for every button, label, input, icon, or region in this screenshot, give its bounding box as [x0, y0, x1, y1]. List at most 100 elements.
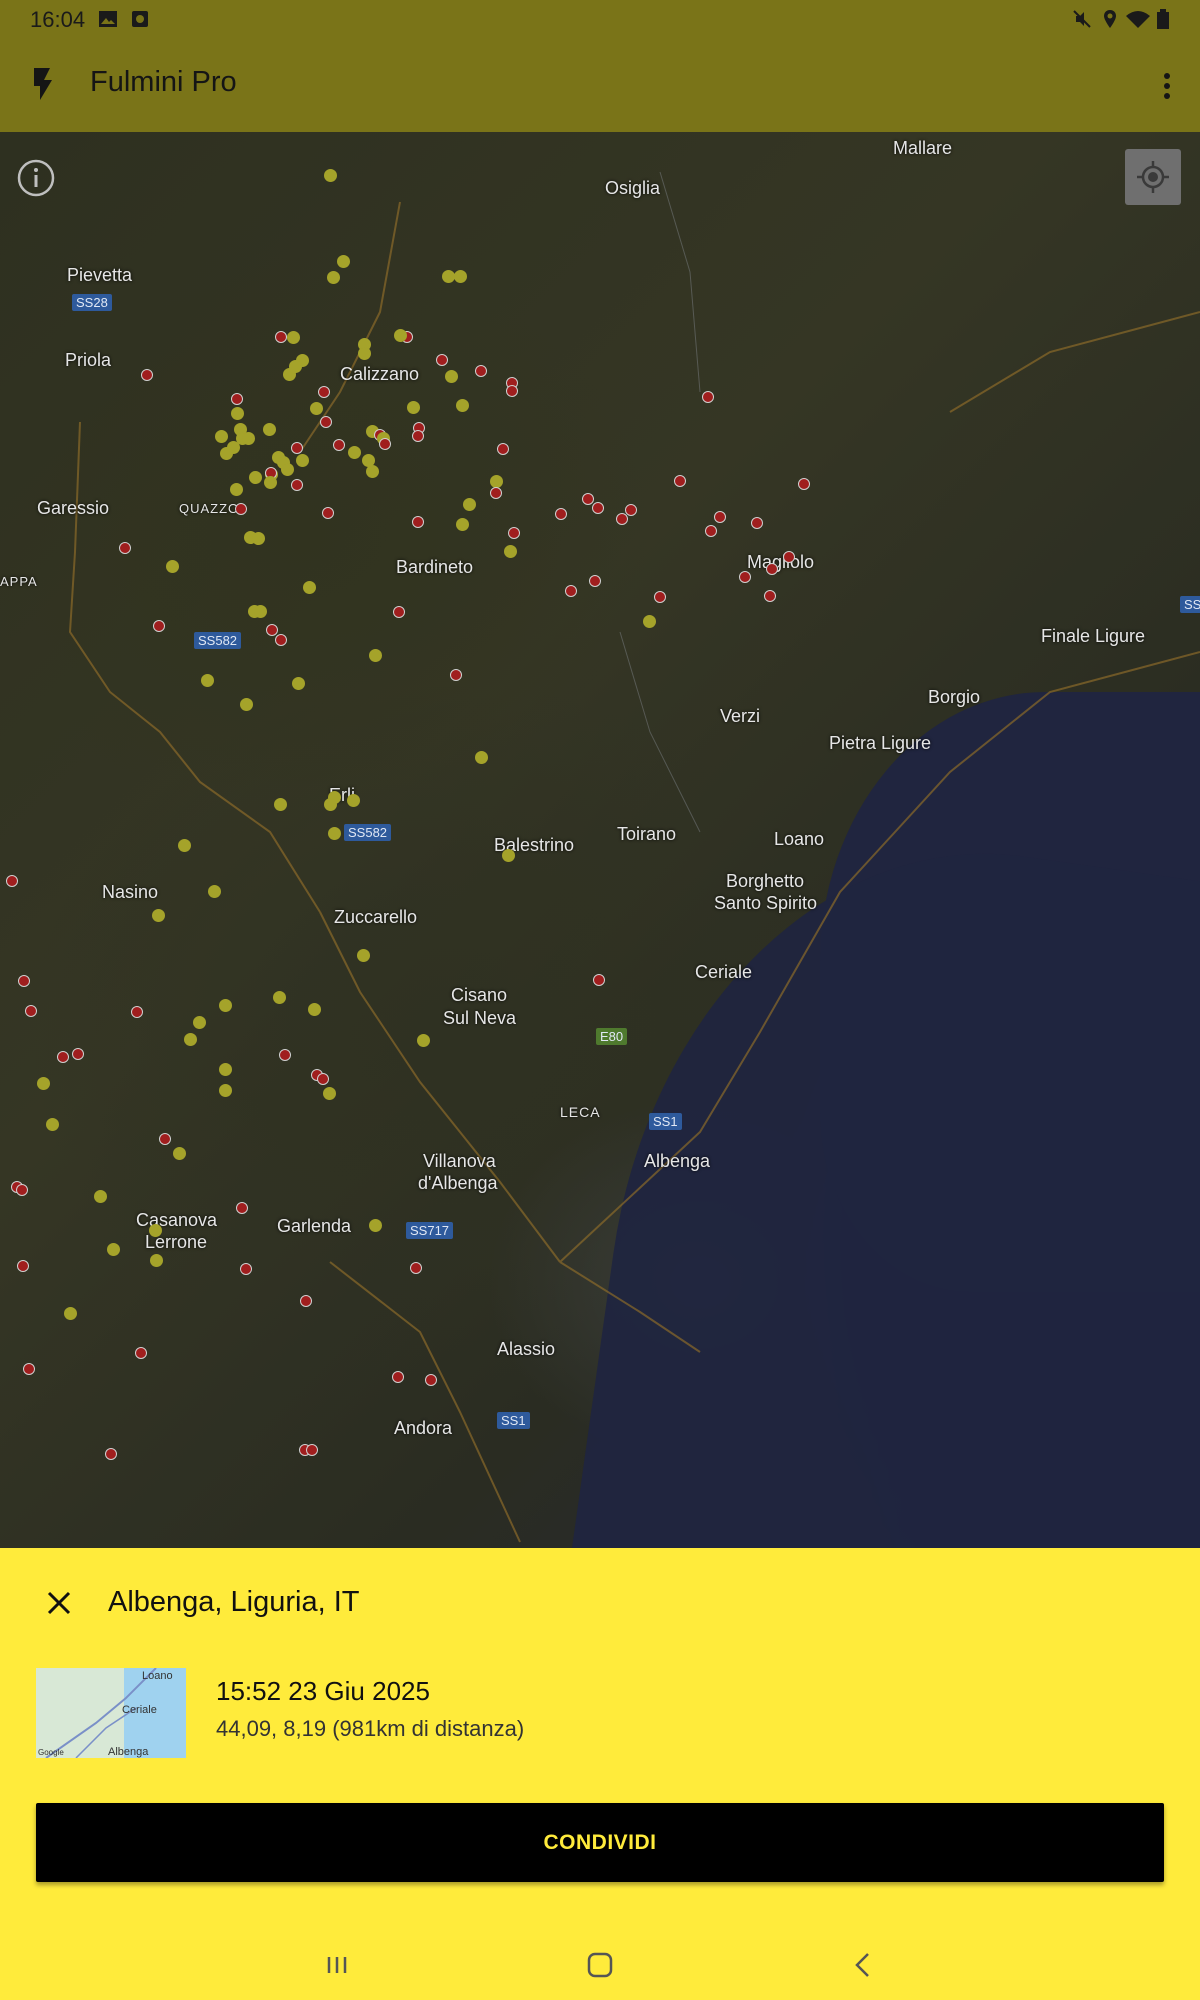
- strike-marker-recent[interactable]: [592, 502, 604, 514]
- strike-marker-recent[interactable]: [506, 385, 518, 397]
- strike-marker-older[interactable]: [292, 677, 305, 690]
- strike-marker-older[interactable]: [417, 1034, 430, 1047]
- strike-marker-recent[interactable]: [135, 1347, 147, 1359]
- strike-marker-older[interactable]: [324, 798, 337, 811]
- strike-marker-older[interactable]: [107, 1243, 120, 1256]
- strike-marker-older[interactable]: [231, 407, 244, 420]
- strike-marker-recent[interactable]: [57, 1051, 69, 1063]
- strike-marker-older[interactable]: [504, 545, 517, 558]
- strike-marker-older[interactable]: [308, 1003, 321, 1016]
- strike-marker-older[interactable]: [310, 402, 323, 415]
- strike-marker-recent[interactable]: [18, 975, 30, 987]
- strike-marker-recent[interactable]: [16, 1184, 28, 1196]
- strike-marker-recent[interactable]: [392, 1371, 404, 1383]
- strike-marker-recent[interactable]: [333, 439, 345, 451]
- info-icon[interactable]: [16, 158, 56, 198]
- strike-marker-recent[interactable]: [490, 487, 502, 499]
- strike-marker-recent[interactable]: [105, 1448, 117, 1460]
- strike-marker-recent[interactable]: [300, 1295, 312, 1307]
- strike-marker-recent[interactable]: [306, 1444, 318, 1456]
- strike-marker-recent[interactable]: [159, 1133, 171, 1145]
- strike-marker-recent[interactable]: [450, 669, 462, 681]
- strike-marker-older[interactable]: [252, 532, 265, 545]
- strike-marker-recent[interactable]: [412, 430, 424, 442]
- strike-marker-recent[interactable]: [589, 575, 601, 587]
- strike-marker-older[interactable]: [475, 751, 488, 764]
- strike-marker-older[interactable]: [149, 1224, 162, 1237]
- strike-marker-recent[interactable]: [25, 1005, 37, 1017]
- strike-marker-recent[interactable]: [317, 1073, 329, 1085]
- strike-marker-older[interactable]: [281, 463, 294, 476]
- strike-marker-recent[interactable]: [231, 393, 243, 405]
- close-icon[interactable]: [44, 1588, 74, 1618]
- strike-marker-older[interactable]: [445, 370, 458, 383]
- strike-marker-older[interactable]: [337, 255, 350, 268]
- strike-marker-older[interactable]: [407, 401, 420, 414]
- strike-marker-recent[interactable]: [236, 1202, 248, 1214]
- strike-marker-recent[interactable]: [625, 504, 637, 516]
- strike-marker-older[interactable]: [324, 169, 337, 182]
- my-location-button[interactable]: [1125, 149, 1181, 205]
- strike-marker-older[interactable]: [184, 1033, 197, 1046]
- strike-marker-older[interactable]: [366, 465, 379, 478]
- map-view[interactable]: Mallare Osiglia Pievetta Priola Calizzan…: [0, 132, 1200, 1548]
- strike-marker-older[interactable]: [369, 649, 382, 662]
- strike-marker-older[interactable]: [456, 518, 469, 531]
- strike-marker-older[interactable]: [173, 1147, 186, 1160]
- strike-marker-recent[interactable]: [291, 442, 303, 454]
- map-thumbnail[interactable]: Loano Ceriale Albenga Google: [36, 1668, 186, 1758]
- strike-marker-recent[interactable]: [714, 511, 726, 523]
- strike-marker-recent[interactable]: [412, 516, 424, 528]
- strike-marker-older[interactable]: [296, 454, 309, 467]
- strike-marker-older[interactable]: [303, 581, 316, 594]
- strike-marker-recent[interactable]: [153, 620, 165, 632]
- strike-marker-recent[interactable]: [318, 386, 330, 398]
- strike-marker-recent[interactable]: [131, 1006, 143, 1018]
- strike-marker-older[interactable]: [240, 698, 253, 711]
- strike-marker-older[interactable]: [219, 1084, 232, 1097]
- more-vert-icon[interactable]: [1155, 68, 1179, 104]
- strike-marker-older[interactable]: [219, 999, 232, 1012]
- strike-marker-older[interactable]: [230, 483, 243, 496]
- strike-marker-recent[interactable]: [654, 591, 666, 603]
- strike-marker-recent[interactable]: [783, 551, 795, 563]
- strike-marker-older[interactable]: [219, 1063, 232, 1076]
- back-icon[interactable]: [846, 1948, 880, 1982]
- strike-marker-older[interactable]: [37, 1077, 50, 1090]
- strike-marker-recent[interactable]: [393, 606, 405, 618]
- strike-marker-recent[interactable]: [565, 585, 577, 597]
- strike-marker-recent[interactable]: [436, 354, 448, 366]
- strike-marker-recent[interactable]: [616, 513, 628, 525]
- strike-marker-recent[interactable]: [379, 438, 391, 450]
- strike-marker-older[interactable]: [283, 368, 296, 381]
- strike-marker-recent[interactable]: [240, 1263, 252, 1275]
- strike-marker-recent[interactable]: [508, 527, 520, 539]
- strike-marker-recent[interactable]: [279, 1049, 291, 1061]
- strike-marker-recent[interactable]: [497, 443, 509, 455]
- strike-marker-recent[interactable]: [593, 974, 605, 986]
- strike-marker-older[interactable]: [150, 1254, 163, 1267]
- strike-marker-older[interactable]: [323, 1087, 336, 1100]
- strike-marker-recent[interactable]: [322, 507, 334, 519]
- strike-marker-older[interactable]: [166, 560, 179, 573]
- strike-marker-recent[interactable]: [475, 365, 487, 377]
- strike-marker-older[interactable]: [94, 1190, 107, 1203]
- strike-marker-older[interactable]: [357, 949, 370, 962]
- strike-marker-older[interactable]: [502, 849, 515, 862]
- strike-marker-recent[interactable]: [425, 1374, 437, 1386]
- strike-marker-recent[interactable]: [410, 1262, 422, 1274]
- strike-marker-recent[interactable]: [6, 875, 18, 887]
- strike-marker-older[interactable]: [273, 991, 286, 1004]
- strike-marker-recent[interactable]: [275, 331, 287, 343]
- strike-marker-older[interactable]: [254, 605, 267, 618]
- strike-marker-older[interactable]: [201, 674, 214, 687]
- strike-marker-recent[interactable]: [23, 1363, 35, 1375]
- strike-marker-older[interactable]: [178, 839, 191, 852]
- strike-marker-older[interactable]: [46, 1118, 59, 1131]
- strike-marker-recent[interactable]: [266, 624, 278, 636]
- strike-marker-recent[interactable]: [798, 478, 810, 490]
- strike-marker-older[interactable]: [249, 471, 262, 484]
- strike-marker-older[interactable]: [215, 430, 228, 443]
- strike-marker-older[interactable]: [456, 399, 469, 412]
- strike-marker-older[interactable]: [242, 432, 255, 445]
